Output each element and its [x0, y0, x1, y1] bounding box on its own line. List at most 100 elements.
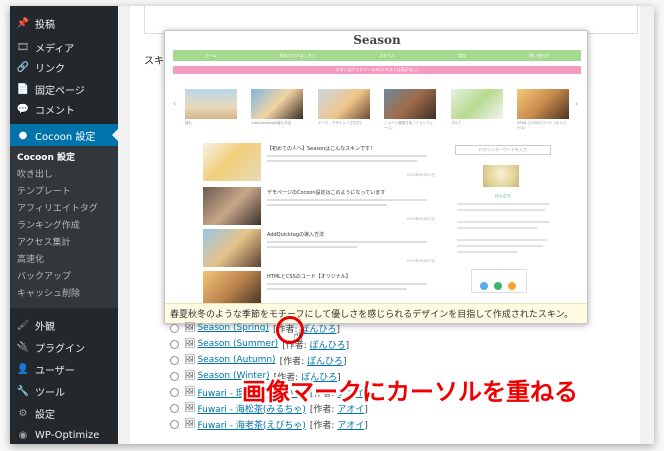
preview-profile-name: ぽんひろ	[495, 193, 511, 198]
sidebar-item-tools[interactable]: 🔧 ツール	[10, 380, 118, 402]
skin-radio[interactable]	[170, 387, 179, 397]
author-link[interactable]: ぽんひろ	[310, 341, 346, 351]
sidebar-item-wp-optimize[interactable]: ◉ WP-Optimize	[10, 424, 118, 444]
skin-author: [作者: ぽんひろ]	[280, 354, 347, 367]
image-icon[interactable]: 🖼	[184, 339, 195, 349]
profile-text-line	[457, 227, 537, 229]
sidebar-item-cocoon-settings[interactable]: ● Cocoon 設定	[10, 124, 118, 146]
skin-option[interactable]: 🖼 Season (Summer) [作者: ぽんひろ]	[170, 336, 349, 352]
sidebar-item-links[interactable]: 🔗 リンク	[10, 56, 118, 78]
post-date: 2019年09月01日	[406, 217, 435, 221]
skin-radio[interactable]	[170, 419, 179, 429]
sidebar-item-posts[interactable]: 📌 投稿	[10, 12, 118, 34]
sidebar-item-label: 投稿	[35, 19, 55, 31]
carousel-image	[317, 89, 370, 119]
carousel-card: ブログ	[450, 89, 503, 137]
user-icon: 👤	[16, 363, 30, 375]
settings-icon: ⚙	[18, 407, 28, 419]
author-suffix: ]	[342, 356, 347, 367]
post-title: 【初めての人へ】Seasonはこんなスキンです！	[267, 146, 375, 152]
preview-carousel: 読む AddQuicktagの導入方法 テーマ・デザイン（ブログ） ショート使用…	[185, 89, 569, 137]
carousel-caption: テーマ・デザイン（ブログ）	[317, 121, 364, 125]
post-date: 2019年09月01日	[406, 259, 435, 263]
sidebar-item-users[interactable]: 👤 ユーザー	[10, 358, 118, 380]
author-link[interactable]: アオイ	[337, 421, 364, 431]
image-icon[interactable]: 🖼	[184, 371, 195, 381]
sidebar-item-pages[interactable]: 📄 固定ページ	[10, 78, 118, 100]
carousel-prev-icon: ‹	[173, 99, 177, 108]
skin-name[interactable]: Season (Autumn)	[197, 355, 275, 365]
wp-optimize-icon: ◉	[18, 429, 28, 441]
author-link[interactable]: ぽんひろ	[300, 325, 336, 335]
sidebar-item-media[interactable]: 🎞 メディア	[10, 36, 118, 58]
skin-author: [作者: アオイ]	[310, 418, 368, 431]
post-excerpt-line	[267, 204, 387, 206]
carousel-image	[450, 89, 503, 119]
post-title: デモページのCocoon設定はこのようになっています	[267, 190, 386, 196]
submenu-cocoon-settings[interactable]: Cocoon 設定	[17, 150, 75, 167]
skin-name[interactable]: Season (Summer)	[197, 339, 278, 349]
post-thumbnail	[203, 187, 261, 225]
post-date: 2019年09月01日	[406, 173, 435, 177]
preview-nav-item: 設定	[458, 52, 467, 58]
sidebar-item-plugins[interactable]: 🔌 プラグイン	[10, 336, 118, 358]
sidebar-item-label: コメント	[35, 105, 75, 117]
submenu-affiliate-tag[interactable]: アフィリエイトタグ	[17, 201, 98, 218]
preview-nav-item: スタイル	[378, 52, 395, 58]
sidebar-item-label: Cocoon 設定	[35, 131, 96, 143]
image-icon[interactable]: 🖼	[184, 355, 195, 365]
carousel-card: ショート使用方法（フォトフレーム）	[384, 89, 437, 137]
author-suffix: ]	[336, 324, 340, 335]
submenu-ranking[interactable]: ランキング作成	[17, 218, 80, 235]
carousel-card: 読む	[185, 89, 237, 137]
submenu-template[interactable]: テンプレート	[17, 184, 71, 201]
submenu-access-stats[interactable]: アクセス集計	[17, 235, 71, 252]
image-icon[interactable]: 🖼	[184, 419, 195, 429]
post-title: AddQuicktagの導入方法	[267, 232, 325, 238]
image-icon[interactable]: 🖼	[184, 323, 195, 333]
skin-radio[interactable]	[170, 403, 179, 413]
carousel-caption: ブログ	[450, 121, 462, 125]
page-icon: 📄	[16, 83, 30, 95]
skin-option[interactable]: 🖼 Fuwari - 海老茶(えびちゃ) [作者: アオイ]	[170, 416, 368, 432]
skin-preview-popup: Season ホーム 初めての人はこちら スタイル 設定 問い合わせ スキンはサ…	[164, 30, 588, 324]
preview-nav: ホーム 初めての人はこちら スタイル 設定 問い合わせ	[173, 50, 581, 61]
skin-radio[interactable]	[170, 323, 179, 333]
image-icon[interactable]: 🖼	[184, 403, 195, 413]
skin-radio[interactable]	[170, 339, 179, 349]
image-icon[interactable]: 🖼	[184, 387, 195, 397]
post-excerpt-line	[267, 246, 357, 248]
sidebar-item-label: プラグイン	[35, 343, 85, 355]
appearance-icon: 🖌	[16, 319, 30, 331]
carousel-caption: HTML とCSSのコード（オリジナル）	[516, 121, 567, 130]
post-excerpt-line	[267, 160, 417, 162]
carousel-next-icon: ›	[575, 99, 579, 108]
carousel-image	[251, 89, 304, 119]
preview-nav-item: 問い合わせ	[529, 52, 550, 58]
preview-search-box: ログインキーワードを入力	[455, 145, 551, 155]
skin-option[interactable]: 🖼 Season (Spring) [作者: ぽんひろ]	[170, 320, 340, 336]
skin-option[interactable]: 🖼 Season (Autumn) [作者: ぽんひろ]	[170, 352, 347, 368]
sidebar-item-appearance[interactable]: 🖌 外観	[10, 314, 118, 336]
preview-post: AddQuicktagの導入方法 2019年09月01日	[203, 229, 435, 273]
skin-radio[interactable]	[170, 371, 179, 381]
skin-radio[interactable]	[170, 355, 179, 365]
sidebar-item-comments[interactable]: 💬 コメント	[10, 98, 118, 120]
profile-text-line	[457, 221, 549, 223]
carousel-caption: 読む	[185, 121, 192, 125]
post-excerpt-line	[267, 199, 427, 201]
submenu-cache-clear[interactable]: キャッシュ削除	[17, 286, 80, 303]
sidebar-item-label: ツール	[35, 387, 65, 399]
pin-icon: 📌	[16, 17, 30, 29]
skin-name[interactable]: Season (Spring)	[197, 323, 269, 333]
author-link[interactable]: ぽんひろ	[307, 357, 343, 367]
post-excerpt-line	[267, 283, 427, 285]
preview-post: 【初めての人へ】Seasonはこんなスキンです！ 2019年09月01日	[203, 143, 435, 187]
preview-profile-image	[483, 165, 519, 187]
carousel-card: テーマ・デザイン（ブログ）	[317, 89, 370, 137]
sidebar-item-settings[interactable]: ⚙ 設定	[10, 402, 118, 424]
submenu-speech-balloon[interactable]: 吹き出し	[17, 167, 53, 184]
submenu-backup[interactable]: バックアップ	[17, 269, 71, 286]
skin-name[interactable]: Fuwari - 海老茶(えびちゃ)	[197, 418, 305, 431]
submenu-speedup[interactable]: 高速化	[17, 252, 44, 269]
